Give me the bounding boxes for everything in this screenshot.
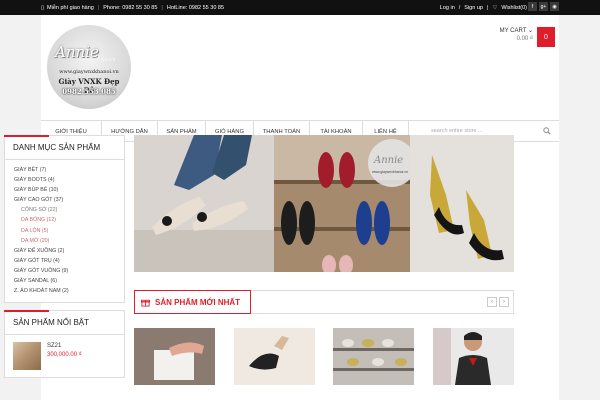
cart-amount: 0.00 ₫ bbox=[516, 36, 533, 42]
category-item[interactable]: GIÀY BÚP BÊ (10) bbox=[14, 185, 115, 195]
subcategory-item[interactable]: DA LỘN (5) bbox=[14, 226, 115, 236]
separator: | bbox=[486, 4, 489, 11]
category-list: GIÀY BỆT (7) GIÀY BOOTS (4) GIÀY BÚP BÊ … bbox=[5, 160, 124, 302]
product-image bbox=[233, 328, 315, 385]
header: Annie SHOP www.giaywnxkhanoi.vn Giày VNX… bbox=[41, 15, 559, 120]
featured-title: Sản phẩm nổi bật bbox=[4, 310, 124, 336]
top-bar: ▯ Miễn phí giao hàng | Phone: 0982 55 30… bbox=[0, 0, 600, 15]
category-item[interactable]: GIÀY BỆT (7) bbox=[14, 165, 115, 175]
product-card[interactable] bbox=[134, 328, 215, 385]
featured-product-price: 300,000.00 ₫ bbox=[47, 352, 82, 359]
category-title: Danh mục sản phẩm bbox=[4, 135, 124, 160]
new-products-tab[interactable]: Sản phẩm mới nhất bbox=[134, 290, 252, 314]
logo-url: www.giaywnxkhanoi.vn bbox=[59, 69, 119, 75]
phone-icon: ▯ bbox=[41, 4, 45, 11]
phone-text: Phone: 0982 55 30 85 bbox=[103, 4, 158, 11]
rss-icon[interactable]: ◉ bbox=[550, 2, 559, 11]
product-image bbox=[333, 328, 415, 385]
heart-icon: ♡ bbox=[492, 4, 498, 11]
featured-box: Sản phẩm nổi bật SZ21 300,000.00 ₫ bbox=[4, 310, 125, 379]
signup-link[interactable]: Sign up bbox=[464, 5, 483, 11]
gift-icon bbox=[141, 299, 150, 307]
new-products-title: Sản phẩm mới nhất bbox=[155, 297, 241, 307]
carousel-next-button[interactable]: › bbox=[499, 297, 509, 307]
product-grid bbox=[134, 328, 514, 385]
google-plus-icon[interactable]: g+ bbox=[539, 2, 548, 11]
cart-label: MY CART bbox=[499, 28, 527, 34]
category-item[interactable]: GIÀY BOOTS (4) bbox=[14, 175, 115, 185]
facebook-icon[interactable]: f bbox=[528, 2, 537, 11]
product-card[interactable] bbox=[333, 328, 415, 385]
featured-product-image[interactable] bbox=[13, 342, 41, 371]
new-products-header: Sản phẩm mới nhất ‹ › bbox=[134, 290, 514, 314]
logo-shop: SHOP bbox=[101, 57, 117, 62]
category-item[interactable]: GIÀY ĐẾ XUỒNG (2) bbox=[14, 246, 115, 256]
category-item[interactable]: GIÀY CAO GÓT (37) bbox=[14, 195, 115, 205]
category-box: Danh mục sản phẩm GIÀY BỆT (7) GIÀY BOOT… bbox=[4, 135, 125, 304]
mini-cart[interactable]: MY CART ⌄ 0.00 ₫ 0 bbox=[500, 27, 555, 47]
hero-banner[interactable]: Annie www.giaywnxkhanoi.vn bbox=[134, 135, 514, 272]
subcategory-item[interactable]: DA MỜ (20) bbox=[14, 236, 115, 246]
search-input[interactable]: search entire store ... bbox=[431, 128, 483, 134]
logo-phone: 0982.553.085 bbox=[62, 87, 116, 96]
subcategory-item[interactable]: DA BÓNG (12) bbox=[14, 215, 115, 225]
login-link[interactable]: Log in bbox=[440, 5, 455, 11]
separator: | bbox=[97, 4, 100, 11]
subcategory-item[interactable]: CÔNG SỞ (22) bbox=[14, 205, 115, 215]
wishlist-link[interactable]: Wishlist(0) bbox=[501, 5, 527, 11]
featured-product-name[interactable]: SZ21 bbox=[47, 342, 82, 351]
sidebar: Danh mục sản phẩm GIÀY BỆT (7) GIÀY BOOT… bbox=[4, 135, 125, 379]
shop-logo[interactable]: Annie SHOP www.giaywnxkhanoi.vn Giày VNX… bbox=[47, 25, 131, 109]
product-card[interactable] bbox=[432, 328, 514, 385]
category-item[interactable]: GIÀY GÓT TRỤ (4) bbox=[14, 256, 115, 266]
separator: / bbox=[458, 4, 461, 11]
banner-watermark-url: www.giaywnxkhanoi.vn bbox=[372, 170, 408, 174]
product-image bbox=[134, 328, 215, 385]
shipping-text: Miễn phí giao hàng bbox=[47, 4, 94, 11]
hotline-text: HotLine: 0982 55 30 85 bbox=[166, 4, 225, 11]
carousel-prev-button[interactable]: ‹ bbox=[487, 297, 497, 307]
category-item[interactable]: GIÀY GÓT VUÔNG (9) bbox=[14, 266, 115, 276]
product-image bbox=[432, 328, 514, 385]
banner-image: Annie www.giaywnxkhanoi.vn bbox=[134, 135, 514, 272]
banner-watermark-name: Annie bbox=[373, 155, 403, 166]
featured-product[interactable]: SZ21 300,000.00 ₫ bbox=[5, 335, 124, 377]
category-item[interactable]: GIÀY SANDAL (6) bbox=[14, 276, 115, 286]
category-item[interactable]: Z. ÁO KHOÁT NAM (2) bbox=[14, 286, 115, 296]
logo-name: Annie bbox=[55, 43, 99, 61]
separator: | bbox=[161, 4, 163, 11]
search-icon[interactable] bbox=[543, 127, 551, 135]
cart-count-badge[interactable]: 0 bbox=[537, 27, 555, 47]
product-card[interactable] bbox=[233, 328, 315, 385]
chevron-down-icon: ⌄ bbox=[527, 28, 533, 34]
